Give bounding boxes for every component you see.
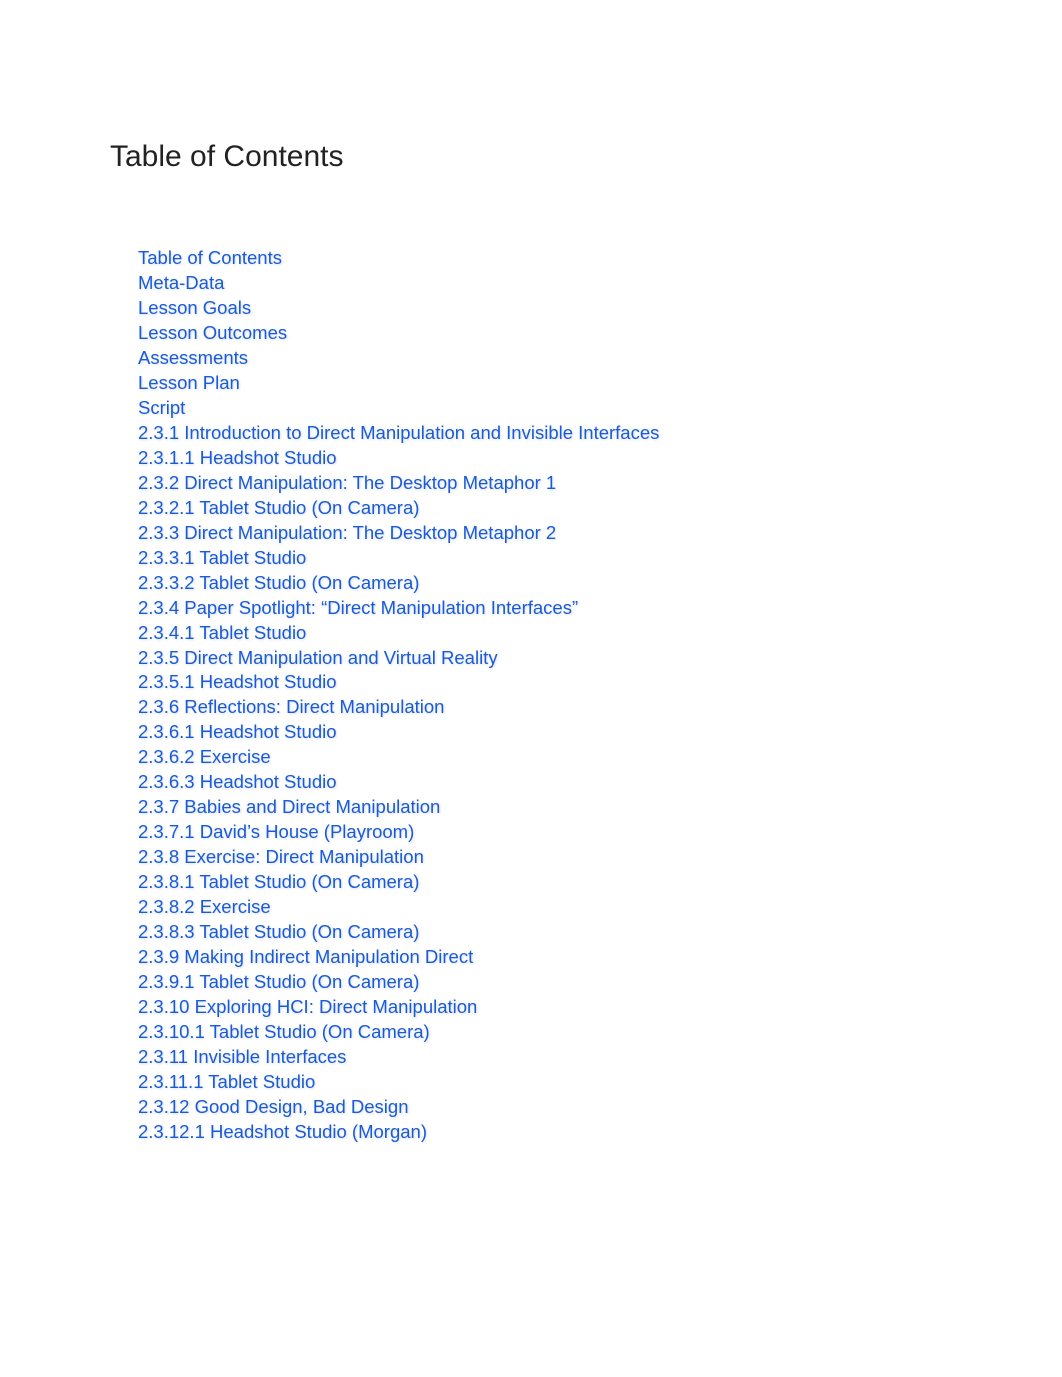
toc-link[interactable]: 2.3.9 Making Indirect Manipulation Direc… bbox=[138, 946, 473, 967]
toc-item: 2.3.1.1 Headshot Studio bbox=[138, 446, 952, 471]
toc-link[interactable]: 2.3.9.1 Tablet Studio (On Camera) bbox=[138, 971, 419, 992]
toc-link[interactable]: 2.3.6.3 Headshot Studio bbox=[138, 771, 337, 792]
toc-item: 2.3.11 Invisible Interfaces bbox=[138, 1045, 952, 1070]
page-title: Table of Contents bbox=[110, 140, 952, 174]
toc-item: 2.3.6.3 Headshot Studio bbox=[138, 770, 952, 795]
toc-link[interactable]: 2.3.7.1 David’s House (Playroom) bbox=[138, 821, 414, 842]
toc-item: 2.3.10.1 Tablet Studio (On Camera) bbox=[138, 1020, 952, 1045]
toc-link[interactable]: Lesson Goals bbox=[138, 297, 251, 318]
toc-item: 2.3.12.1 Headshot Studio (Morgan) bbox=[138, 1120, 952, 1145]
toc-link[interactable]: 2.3.2 Direct Manipulation: The Desktop M… bbox=[138, 472, 556, 493]
toc-item: 2.3.6 Reflections: Direct Manipulation bbox=[138, 695, 952, 720]
toc-item: 2.3.9.1 Tablet Studio (On Camera) bbox=[138, 970, 952, 995]
toc-item: 2.3.3.1 Tablet Studio bbox=[138, 546, 952, 571]
toc-item: 2.3.12 Good Design, Bad Design bbox=[138, 1095, 952, 1120]
toc-link[interactable]: 2.3.3.2 Tablet Studio (On Camera) bbox=[138, 572, 419, 593]
toc-link[interactable]: 2.3.8.1 Tablet Studio (On Camera) bbox=[138, 871, 419, 892]
toc-item: Assessments bbox=[138, 346, 952, 371]
toc-link[interactable]: 2.3.12 Good Design, Bad Design bbox=[138, 1096, 408, 1117]
toc-link[interactable]: Table of Contents bbox=[138, 247, 282, 268]
toc-item: 2.3.6.2 Exercise bbox=[138, 745, 952, 770]
toc-item: 2.3.8.3 Tablet Studio (On Camera) bbox=[138, 920, 952, 945]
toc-item: 2.3.3.2 Tablet Studio (On Camera) bbox=[138, 571, 952, 596]
toc-link[interactable]: Lesson Plan bbox=[138, 372, 240, 393]
toc-item: 2.3.3 Direct Manipulation: The Desktop M… bbox=[138, 521, 952, 546]
toc-link[interactable]: 2.3.12.1 Headshot Studio (Morgan) bbox=[138, 1121, 427, 1142]
toc-item: Meta-Data bbox=[138, 271, 952, 296]
toc-link[interactable]: 2.3.3.1 Tablet Studio bbox=[138, 547, 306, 568]
toc-link[interactable]: 2.3.10 Exploring HCI: Direct Manipulatio… bbox=[138, 996, 477, 1017]
toc-item: 2.3.5 Direct Manipulation and Virtual Re… bbox=[138, 646, 952, 671]
toc-item: 2.3.2 Direct Manipulation: The Desktop M… bbox=[138, 471, 952, 496]
toc-link[interactable]: 2.3.8.2 Exercise bbox=[138, 896, 271, 917]
toc-link[interactable]: 2.3.4 Paper Spotlight: “Direct Manipulat… bbox=[138, 597, 578, 618]
toc-item: 2.3.11.1 Tablet Studio bbox=[138, 1070, 952, 1095]
toc-link[interactable]: 2.3.1 Introduction to Direct Manipulatio… bbox=[138, 422, 659, 443]
toc-link[interactable]: 2.3.10.1 Tablet Studio (On Camera) bbox=[138, 1021, 430, 1042]
toc-item: Lesson Goals bbox=[138, 296, 952, 321]
toc-link[interactable]: 2.3.11.1 Tablet Studio bbox=[138, 1071, 315, 1092]
table-of-contents: Table of Contents Meta-Data Lesson Goals Le… bbox=[110, 246, 952, 1145]
toc-item: 2.3.9 Making Indirect Manipulation Direc… bbox=[138, 945, 952, 970]
toc-item: Script bbox=[138, 396, 952, 421]
toc-link[interactable]: 2.3.2.1 Tablet Studio (On Camera) bbox=[138, 497, 419, 518]
toc-item: 2.3.4.1 Tablet Studio bbox=[138, 621, 952, 646]
toc-link[interactable]: 2.3.3 Direct Manipulation: The Desktop M… bbox=[138, 522, 556, 543]
toc-link[interactable]: 2.3.1.1 Headshot Studio bbox=[138, 447, 337, 468]
toc-link[interactable]: Assessments bbox=[138, 347, 248, 368]
toc-item: 2.3.5.1 Headshot Studio bbox=[138, 670, 952, 695]
toc-link[interactable]: 2.3.6.2 Exercise bbox=[138, 746, 271, 767]
toc-link[interactable]: 2.3.11 Invisible Interfaces bbox=[138, 1046, 346, 1067]
toc-item: Table of Contents bbox=[138, 246, 952, 271]
toc-item: 2.3.4 Paper Spotlight: “Direct Manipulat… bbox=[138, 596, 952, 621]
toc-item: 2.3.7.1 David’s House (Playroom) bbox=[138, 820, 952, 845]
toc-link[interactable]: 2.3.4.1 Tablet Studio bbox=[138, 622, 306, 643]
toc-item: Lesson Outcomes bbox=[138, 321, 952, 346]
toc-item: 2.3.8.1 Tablet Studio (On Camera) bbox=[138, 870, 952, 895]
toc-item: 2.3.10 Exploring HCI: Direct Manipulatio… bbox=[138, 995, 952, 1020]
toc-item: 2.3.2.1 Tablet Studio (On Camera) bbox=[138, 496, 952, 521]
toc-item: Lesson Plan bbox=[138, 371, 952, 396]
toc-item: 2.3.8 Exercise: Direct Manipulation bbox=[138, 845, 952, 870]
toc-item: 2.3.8.2 Exercise bbox=[138, 895, 952, 920]
toc-link[interactable]: 2.3.6.1 Headshot Studio bbox=[138, 721, 337, 742]
toc-link[interactable]: 2.3.8.3 Tablet Studio (On Camera) bbox=[138, 921, 419, 942]
toc-link[interactable]: 2.3.7 Babies and Direct Manipulation bbox=[138, 796, 440, 817]
toc-item: 2.3.7 Babies and Direct Manipulation bbox=[138, 795, 952, 820]
toc-item: 2.3.1 Introduction to Direct Manipulatio… bbox=[138, 421, 952, 446]
toc-item: 2.3.6.1 Headshot Studio bbox=[138, 720, 952, 745]
toc-link[interactable]: 2.3.8 Exercise: Direct Manipulation bbox=[138, 846, 424, 867]
toc-link[interactable]: Lesson Outcomes bbox=[138, 322, 287, 343]
toc-link[interactable]: Meta-Data bbox=[138, 272, 224, 293]
toc-link[interactable]: 2.3.5 Direct Manipulation and Virtual Re… bbox=[138, 647, 498, 668]
toc-link[interactable]: Script bbox=[138, 397, 185, 418]
toc-link[interactable]: 2.3.5.1 Headshot Studio bbox=[138, 671, 337, 692]
toc-link[interactable]: 2.3.6 Reflections: Direct Manipulation bbox=[138, 696, 444, 717]
